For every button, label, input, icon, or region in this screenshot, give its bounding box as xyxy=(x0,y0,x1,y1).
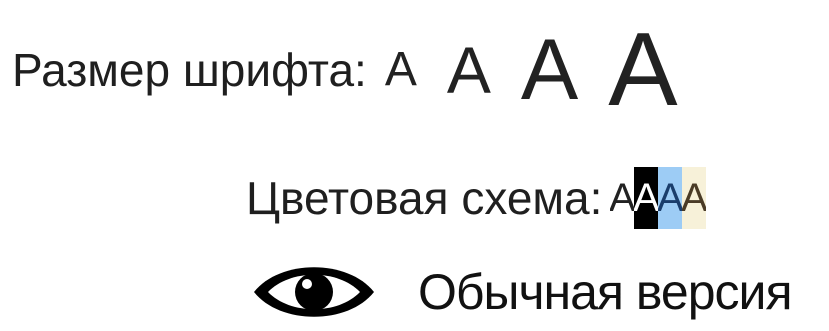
color-scheme-black[interactable]: A xyxy=(634,167,659,229)
font-size-label: Размер шрифта: xyxy=(12,44,367,96)
color-scheme-blue[interactable]: A xyxy=(658,167,683,229)
normal-version-label[interactable]: Обычная версия xyxy=(418,267,793,317)
font-size-option-medium[interactable]: A xyxy=(447,37,491,103)
color-scheme-white[interactable]: A xyxy=(610,167,635,229)
font-size-selector: Размер шрифта: A A A A xyxy=(12,10,678,130)
eye-icon xyxy=(250,257,378,327)
color-scheme-label: Цветовая схема: xyxy=(246,172,603,224)
font-size-option-large[interactable]: A xyxy=(521,27,578,113)
font-size-option-small[interactable]: A xyxy=(385,46,417,94)
color-scheme-selector: Цветовая схема: A A A A xyxy=(246,166,707,230)
normal-version-link[interactable]: Обычная версия xyxy=(250,254,793,330)
color-scheme-beige[interactable]: A xyxy=(682,167,707,229)
color-scheme-swatches: A A A A xyxy=(610,167,707,229)
font-size-option-xlarge[interactable]: A xyxy=(608,18,677,122)
